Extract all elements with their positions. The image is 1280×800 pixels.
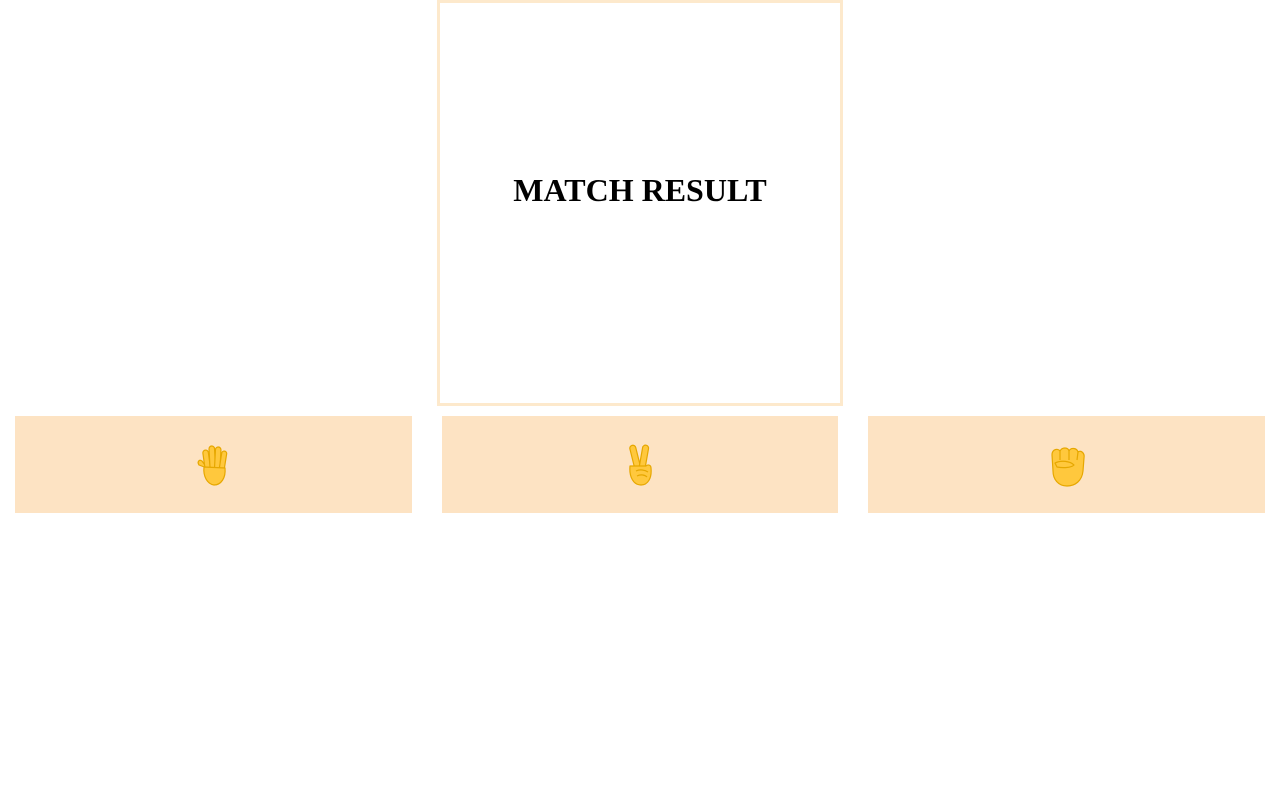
paper-button[interactable]: [15, 416, 412, 513]
rock-button[interactable]: [868, 416, 1265, 513]
match-result-title: MATCH RESULT: [513, 171, 767, 208]
raised-hand-icon: [197, 444, 227, 486]
scissors-button[interactable]: [442, 416, 838, 513]
match-result-panel: MATCH RESULT: [437, 0, 843, 406]
victory-hand-icon: [629, 444, 652, 486]
raised-fist-icon: [1050, 446, 1085, 487]
